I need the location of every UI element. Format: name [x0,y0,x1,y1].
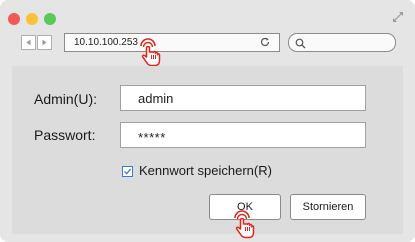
triangle-left-icon [26,39,31,46]
maximize-window-button[interactable] [44,13,56,25]
close-window-button[interactable] [8,13,20,25]
reload-icon[interactable] [259,36,271,48]
username-value: admin [138,91,174,106]
expand-icon[interactable] [391,10,405,24]
back-button[interactable] [21,35,36,50]
browser-window: 10.10.100.253 Admin(U): admin Passwort: … [0,0,415,242]
address-bar[interactable]: 10.10.100.253 [64,33,280,52]
username-label: Admin(U): [34,91,98,107]
remember-password-checkbox[interactable] [122,166,133,177]
address-text: 10.10.100.253 [74,37,138,48]
titlebar: 10.10.100.253 [0,0,415,67]
minimize-window-button[interactable] [26,13,38,25]
checkmark-icon [124,168,132,175]
password-label: Passwort: [34,127,96,143]
username-field[interactable]: admin [120,85,366,111]
cancel-button[interactable]: Stornieren [290,194,366,220]
password-field[interactable]: ***** [120,122,366,148]
hand-pointer-icon [140,38,161,67]
triangle-right-icon [42,39,47,46]
hand-pointer-icon [234,210,255,239]
search-field[interactable] [288,33,396,52]
password-value: ***** [138,130,166,145]
search-icon [295,38,306,49]
forward-button[interactable] [37,35,52,50]
remember-password-label[interactable]: Kennwort speichern(R) [139,163,272,179]
